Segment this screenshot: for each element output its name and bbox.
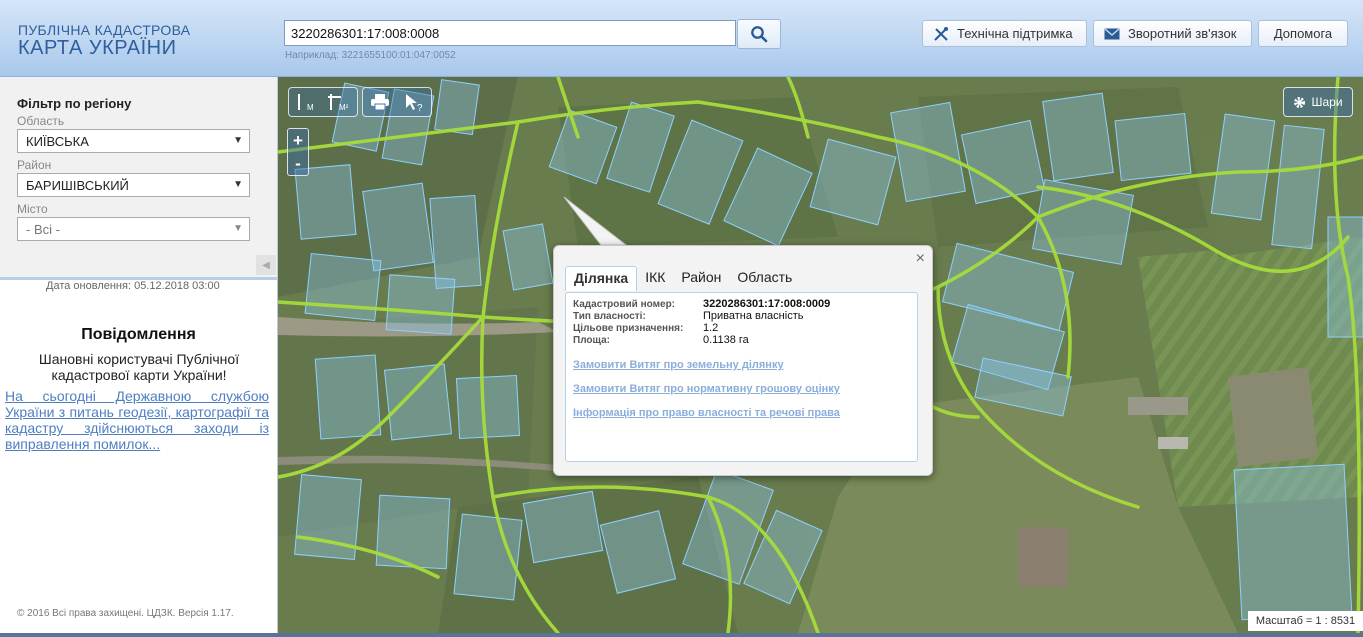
identify-button[interactable]: ? [397,88,431,116]
notice-link[interactable]: На сьогодні Державною службою України з … [5,388,269,452]
logo[interactable]: ПУБЛІЧНА КАДАСТРОВА КАРТА УКРАЇНИ [18,22,190,60]
oblast-select[interactable]: КИЇВСЬКА ▼ [17,129,250,153]
collapse-sidebar-button[interactable]: ◀ [256,255,276,275]
tech-support-label: Технічна підтримка [957,26,1073,41]
measure-toolbar: М М² [288,87,358,117]
identify-icon: ? [406,94,423,112]
tab-oblast[interactable]: Область [729,266,800,291]
purpose-value: 1.2 [703,322,719,334]
search-icon [751,26,768,43]
tab-parcel[interactable]: Ділянка [565,266,638,291]
map-scale: Масштаб = 1 : 8531 [1248,611,1363,631]
notice-text: Шановні користувачі Публічної кадастрово… [38,351,240,383]
measure-distance-label: М [307,103,314,112]
oblast-label: Область [17,114,65,128]
measure-area-button[interactable]: М² [323,88,357,116]
logo-line2: КАРТА УКРАЇНИ [18,37,177,59]
raion-label: Район [17,158,52,172]
area-row: Площа: 0.1138 га [573,334,749,347]
zoom-control: + - [287,128,309,176]
help-button[interactable]: Допомога [1258,20,1348,47]
search-input[interactable] [284,20,736,46]
tech-support-button[interactable]: Технічна підтримка [922,20,1087,47]
misto-value: - Всі - [26,222,60,237]
order-land-extract-link[interactable]: Замовити Витяг про земельну ділянку [573,359,784,371]
raion-select[interactable]: БАРИШІВСЬКИЙ ▼ [17,173,250,197]
measure-area-label: М² [339,103,349,112]
region-filter: Фільтр по регіону Область КИЇВСЬКА ▼ Рай… [0,77,277,280]
parcel-info-popup: × Ділянка ІКК Район Область Кадастровий … [553,245,933,476]
oblast-value: КИЇВСЬКА [26,134,89,149]
ownership-type-value: Приватна власність [703,310,804,322]
gear-icon [1294,96,1306,108]
header: ПУБЛІЧНА КАДАСТРОВА КАРТА УКРАЇНИ Наприк… [0,0,1363,77]
print-identify-toolbar: ? [362,87,432,117]
field-key: Площа: [573,335,610,346]
zoom-out-button[interactable]: - [288,152,308,175]
popup-tabs: Ділянка ІКК Район Область [565,266,800,291]
ownership-rights-link[interactable]: Інформація про право власності та речові… [573,407,840,419]
tools-icon [934,26,948,41]
identify-label: ? [417,103,423,112]
print-icon [371,94,389,111]
dropdown-arrow-icon: ▼ [233,223,243,234]
taskbar [0,633,1363,637]
close-icon[interactable]: × [916,250,925,268]
layers-button[interactable]: Шари [1283,87,1353,117]
feedback-button[interactable]: Зворотний зв'язок [1093,20,1252,47]
search-button[interactable] [737,19,781,49]
misto-select[interactable]: - Всі - ▼ [17,217,250,241]
zoom-in-button[interactable]: + [288,129,308,152]
help-label: Допомога [1273,26,1333,41]
measure-area-icon: М² [328,94,349,112]
chevron-left-icon: ◀ [262,259,270,271]
layers-label: Шари [1311,95,1343,109]
misto-label: Місто [17,202,48,216]
update-date: Дата оновлення: 05.12.2018 03:00 [46,280,220,292]
measure-distance-icon: М [298,94,314,112]
tab-ikk[interactable]: ІКК [637,266,673,291]
measure-distance-button[interactable]: М [289,88,323,116]
copyright: © 2016 Всі права захищені. ЦДЗК. Версія … [17,608,234,619]
filter-title: Фільтр по регіону [17,96,132,111]
area-value: 0.1138 га [703,334,749,346]
print-button[interactable] [363,88,397,116]
notice-title: Повідомлення [81,326,196,343]
dropdown-arrow-icon: ▼ [233,179,243,190]
search-example: Наприклад: 3221655100:01:047:0052 [285,50,456,61]
logo-line1: ПУБЛІЧНА КАДАСТРОВА [18,22,191,38]
dropdown-arrow-icon: ▼ [233,135,243,146]
parcel-info-panel: Кадастровий номер: 3220286301:17:008:0009… [565,292,918,462]
cadastral-number-value: 3220286301:17:008:0009 [703,298,831,310]
feedback-label: Зворотний зв'язок [1128,26,1237,41]
envelope-icon [1104,28,1120,39]
tab-raion[interactable]: Район [673,266,729,291]
map-view[interactable]: М М² ? + - Шари × Ділянка ІКК Район Обла… [278,77,1363,633]
order-valuation-extract-link[interactable]: Замовити Витяг про нормативну грошову оц… [573,383,840,395]
sidebar: Фільтр по регіону Область КИЇВСЬКА ▼ Рай… [0,77,278,637]
raion-value: БАРИШІВСЬКИЙ [26,178,129,193]
